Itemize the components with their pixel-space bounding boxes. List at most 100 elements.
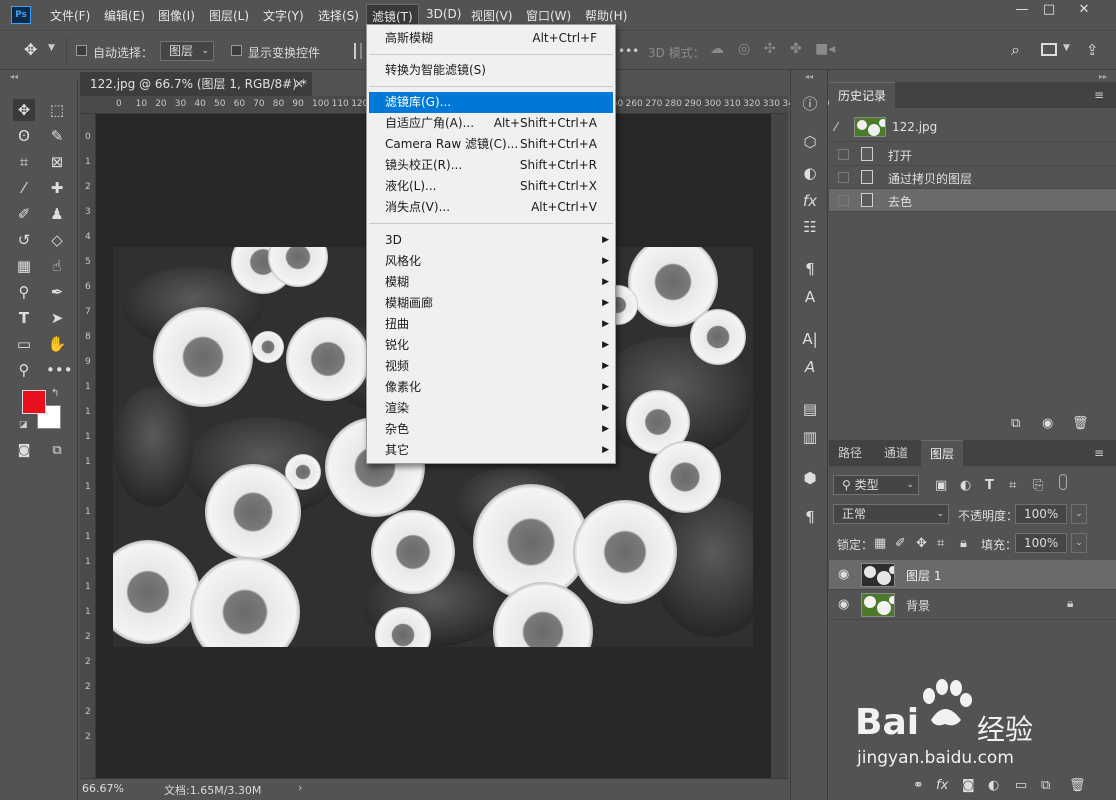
quick-select-tool-icon[interactable]: ✎ [46, 125, 68, 147]
crop-tool-icon[interactable]: ⌗ [13, 151, 35, 173]
filter-toggle-icon[interactable] [1059, 474, 1067, 490]
collapse-icon[interactable]: ◂◂ [805, 72, 813, 81]
3d-cube-icon[interactable]: ⬡ [799, 131, 821, 153]
document-tab[interactable]: 122.jpg @ 66.7% (图层 1, RGB/8#) * ✕ [80, 72, 312, 96]
info-icon[interactable]: ⓘ [799, 93, 821, 115]
submenu-video[interactable]: 视频 ▶ [367, 356, 615, 377]
add-mask-icon[interactable]: ◙ [962, 778, 975, 793]
history-checkbox[interactable] [838, 149, 849, 160]
layer-row[interactable]: ◉ 背景 🔒︎ [829, 590, 1116, 620]
more-options-icon[interactable]: ••• [618, 44, 639, 58]
fx-icon[interactable]: fx [936, 778, 948, 793]
lock-transparent-icon[interactable]: ▦ [874, 536, 886, 551]
opacity-field[interactable]: 100% [1015, 504, 1067, 524]
photoshop-logo[interactable]: Ps [11, 6, 31, 24]
menu-3d[interactable]: 3D(D) [426, 7, 461, 21]
history-brush-source-icon[interactable]: ⁄ [835, 120, 837, 134]
submenu-noise[interactable]: 杂色 ▶ [367, 419, 615, 440]
collapse-icon[interactable]: ◂◂ [10, 72, 18, 81]
eye-icon[interactable]: ◉ [838, 598, 852, 612]
lock-position-icon[interactable]: ✥ [916, 536, 927, 551]
menu-type[interactable]: 文字(Y) [263, 7, 304, 24]
dodge-tool-icon[interactable]: ⚲ [13, 281, 35, 303]
submenu-blur-gallery[interactable]: 模糊画廊 ▶ [367, 293, 615, 314]
screen-mode-icon[interactable]: ⧉ [46, 440, 68, 462]
3d-orbit-icon[interactable]: ☁ [710, 41, 724, 57]
panel-menu-icon[interactable]: ≡ [1094, 88, 1104, 102]
rectangle-tool-icon[interactable]: ▭ [13, 333, 35, 355]
show-transform-checkbox[interactable] [231, 45, 242, 56]
chevron-down-icon[interactable]: ▼ [48, 43, 55, 53]
move-tool-icon[interactable]: ✥ [24, 40, 37, 59]
menu-view[interactable]: 视图(V) [471, 7, 513, 24]
collapse-icon[interactable]: ▸▸ [1099, 72, 1107, 81]
swap-colors-icon[interactable]: ↰ [51, 388, 59, 399]
menu-item-liquify[interactable]: 液化(L)... Shift+Ctrl+X [367, 176, 615, 197]
vertical-scrollbar[interactable] [771, 114, 788, 778]
menu-image[interactable]: 图像(I) [158, 7, 195, 24]
foreground-color-swatch[interactable] [22, 390, 46, 414]
trash-icon[interactable]: 🗑 [1069, 778, 1086, 793]
history-step[interactable]: 通过拷贝的图层 [829, 166, 1116, 189]
filter-smart-object-icon[interactable]: ⎘ [1033, 478, 1043, 493]
close-button[interactable]: ✕ [1069, 0, 1099, 22]
frame-tool-icon[interactable]: ⊠ [46, 151, 68, 173]
filter-type-icon[interactable]: T [985, 478, 994, 493]
menu-window[interactable]: 窗口(W) [526, 7, 571, 24]
hand-tool-icon[interactable]: ✋ [46, 333, 68, 355]
filter-shape-icon[interactable]: ⌗ [1009, 478, 1016, 493]
submenu-distort[interactable]: 扭曲 ▶ [367, 314, 615, 335]
lasso-tool-icon[interactable]: ʘ [13, 125, 35, 147]
3d-roll-icon[interactable]: ◎ [738, 41, 750, 57]
tab-channels[interactable]: 通道 [875, 440, 917, 466]
healing-brush-tool-icon[interactable]: ✚ [46, 177, 68, 199]
auto-select-dropdown[interactable]: 图层 ⌄ [160, 41, 214, 61]
history-checkbox[interactable] [838, 172, 849, 183]
menu-item-gaussian-blur[interactable]: 高斯模糊 Alt+Ctrl+F [367, 28, 615, 49]
properties-icon[interactable]: ☷ [799, 216, 821, 238]
submenu-render[interactable]: 渲染 ▶ [367, 398, 615, 419]
menu-item-filter-gallery[interactable]: 滤镜库(G)... [369, 92, 613, 113]
fx-icon[interactable]: fx [799, 190, 821, 212]
align-icon[interactable] [354, 43, 362, 59]
filter-adjustment-icon[interactable]: ◐ [960, 478, 971, 493]
tab-paths[interactable]: 路径 [829, 440, 871, 466]
layer-filter-dropdown[interactable]: ⚲ 类型 ⌄ [833, 475, 919, 495]
marquee-tool-icon[interactable]: ⬚ [46, 99, 68, 121]
brush-tool-icon[interactable]: ✐ [13, 203, 35, 225]
fill-field[interactable]: 100% [1015, 533, 1067, 553]
camera-icon[interactable]: ◉ [1042, 416, 1053, 431]
blend-mode-dropdown[interactable]: 正常 ⌄ [833, 504, 949, 524]
menu-item-convert-smart-filter[interactable]: 转换为智能滤镜(S) [367, 60, 615, 81]
minimize-button[interactable]: — [1007, 0, 1037, 22]
quick-mask-icon[interactable]: ◙ [13, 440, 35, 462]
submenu-blur[interactable]: 模糊 ▶ [367, 272, 615, 293]
panel-menu-icon[interactable]: ≡ [1094, 446, 1104, 460]
3d-panel-icon[interactable]: ⬢ [799, 467, 821, 489]
clone-stamp-tool-icon[interactable]: ♟ [46, 203, 68, 225]
tab-layers[interactable]: 图层 [921, 440, 964, 466]
menu-item-adaptive-wide-angle[interactable]: 自适应广角(A)... Alt+Shift+Ctrl+A [367, 113, 615, 134]
close-tab-icon[interactable]: ✕ [294, 72, 304, 96]
libraries-icon[interactable]: ▤ [799, 398, 821, 420]
workspace-icon[interactable] [1041, 43, 1057, 56]
menu-select[interactable]: 选择(S) [318, 7, 359, 24]
glyphs-icon[interactable]: A [799, 356, 821, 378]
3d-slide-icon[interactable]: ✤ [790, 41, 802, 57]
menu-item-lens-correction[interactable]: 镜头校正(R)... Shift+Ctrl+R [367, 155, 615, 176]
character-icon[interactable]: A| [799, 328, 821, 350]
menu-item-camera-raw[interactable]: Camera Raw 滤镜(C)... Shift+Ctrl+A [367, 134, 615, 155]
new-layer-icon[interactable]: ⧉ [1041, 778, 1050, 793]
submenu-other[interactable]: 其它 ▶ [367, 440, 615, 461]
paragraph-style-icon[interactable]: ¶ [799, 258, 821, 280]
lock-image-icon[interactable]: ✐ [895, 536, 906, 551]
trash-icon[interactable]: 🗑 [1072, 416, 1089, 431]
history-checkbox[interactable] [838, 195, 849, 206]
lock-all-icon[interactable]: 🔒︎ [960, 536, 967, 551]
menu-help[interactable]: 帮助(H) [585, 7, 627, 24]
menu-file[interactable]: 文件(F) [50, 7, 90, 24]
filter-pixel-icon[interactable]: ▣ [935, 478, 947, 493]
3d-scale-icon[interactable]: ■◂ [815, 41, 835, 57]
share-icon[interactable]: ⇪ [1086, 41, 1099, 59]
blur-tool-icon[interactable]: ☝ [46, 255, 68, 277]
